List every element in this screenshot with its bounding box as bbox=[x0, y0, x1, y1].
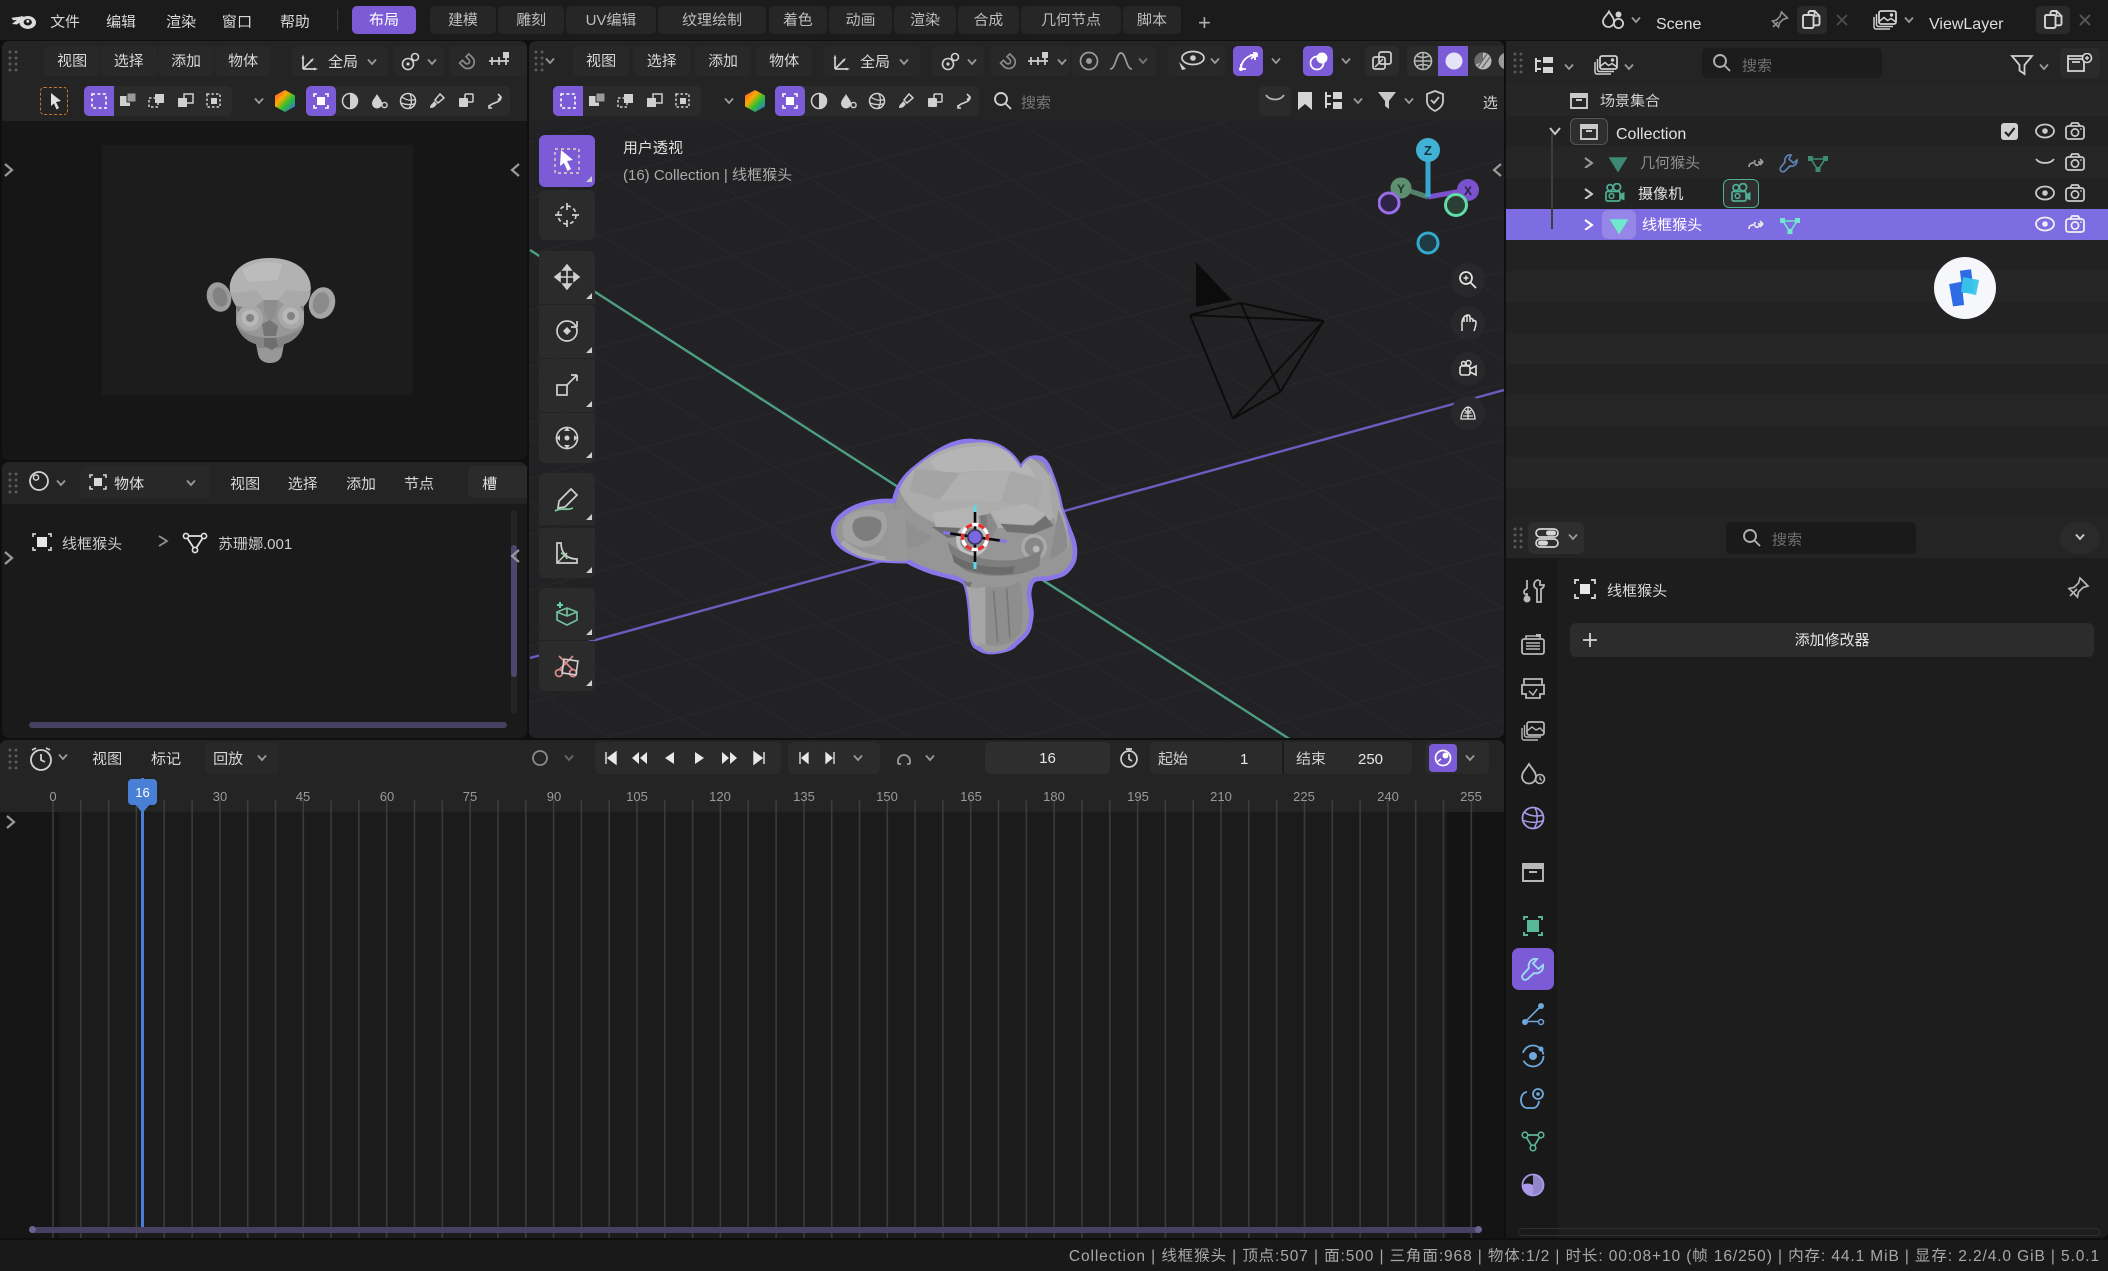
svg-text:Y: Y bbox=[1397, 182, 1405, 196]
svg-text:Z: Z bbox=[1424, 143, 1432, 158]
svg-text:X: X bbox=[1464, 184, 1472, 198]
